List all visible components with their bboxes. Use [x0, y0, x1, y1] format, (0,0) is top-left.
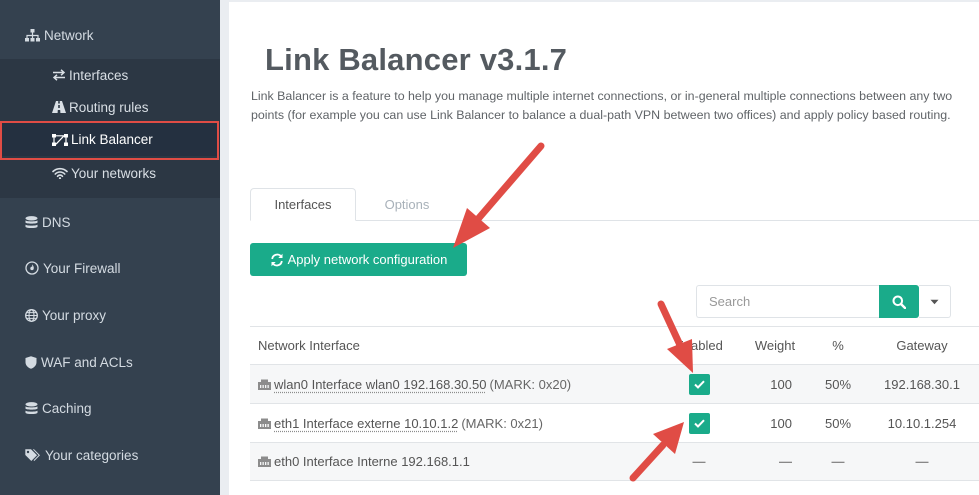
- interface-cell: eth0 Interface Interne 192.168.1.1: [258, 443, 658, 480]
- sidebar-item-label: Your proxy: [42, 307, 107, 323]
- network-submenu: Interfaces Routing rules Link Balancer Y…: [0, 59, 220, 198]
- search-icon: [892, 295, 906, 309]
- table-row: eth0 Interface Interne 192.168.1.1 — — —…: [250, 442, 979, 481]
- page-description: Link Balancer is a feature to help you m…: [251, 89, 953, 122]
- check-icon: [693, 419, 705, 428]
- column-header-weight[interactable]: Weight: [739, 327, 811, 364]
- sidebar-item-dns[interactable]: DNS: [0, 204, 220, 240]
- interface-mark: (MARK: 0x20): [489, 376, 572, 392]
- enabled-checkbox[interactable]: [688, 412, 710, 434]
- sidebar-item-label: Your Firewall: [43, 260, 121, 276]
- sidebar-item-caching[interactable]: Caching: [0, 390, 220, 426]
- network-port-icon: [258, 379, 271, 390]
- exchange-icon: [52, 69, 66, 81]
- sidebar-item-label: Network: [44, 27, 94, 43]
- page-header: Link Balancer v3.1.7 Link Balancer is a …: [229, 2, 979, 172]
- sidebar-item-your-firewall[interactable]: Your Firewall: [0, 250, 220, 286]
- percent-cell: —: [831, 454, 845, 469]
- gateway-cell: —: [915, 454, 929, 469]
- database-icon: [25, 401, 38, 414]
- table-header-row: Network Interface Enabled Weight % Gatew…: [250, 326, 979, 364]
- weight-cell: —: [779, 454, 792, 469]
- sidebar-subitem-label: Your networks: [71, 165, 157, 181]
- page-title: Link Balancer v3.1.7: [265, 42, 568, 77]
- column-header-gateway[interactable]: Gateway: [865, 327, 979, 364]
- road-icon: [52, 101, 66, 113]
- sidebar-item-label: Your categories: [45, 447, 139, 463]
- interface-link[interactable]: eth1 Interface externe 10.10.1.2: [274, 416, 458, 431]
- percent-cell: 50%: [824, 415, 852, 431]
- sidebar-subitem-label: Interfaces: [69, 67, 129, 83]
- caret-down-icon: [930, 299, 939, 304]
- column-header-percent[interactable]: %: [811, 327, 865, 364]
- sidebar-subitem-label: Link Balancer: [71, 132, 153, 147]
- check-icon: [693, 380, 705, 389]
- enabled-cell: —: [692, 454, 706, 469]
- interface-link[interactable]: wlan0 Interface wlan0 192.168.30.50: [274, 377, 487, 392]
- enabled-checkbox[interactable]: [688, 373, 710, 395]
- interface-name: eth0 Interface Interne 192.168.1.1: [274, 454, 470, 469]
- enabled-cell: [659, 365, 739, 403]
- sidebar-item-network[interactable]: Network: [0, 17, 220, 53]
- weight-cell: 100: [770, 415, 792, 431]
- table-row: wlan0 Interface wlan0 192.168.30.50 (MAR…: [250, 364, 979, 403]
- tags-icon: [25, 448, 40, 461]
- column-header-network-interface[interactable]: Network Interface: [258, 327, 658, 364]
- link-balancer-icon: [52, 133, 68, 146]
- gateway-cell: 192.168.30.1: [884, 376, 960, 392]
- sidebar-item-your-proxy[interactable]: Your proxy: [0, 297, 220, 333]
- tab-options[interactable]: Options: [356, 188, 458, 221]
- search-button[interactable]: [879, 285, 919, 318]
- apply-network-configuration-button[interactable]: Apply network configuration: [250, 243, 467, 276]
- percent-cell: 50%: [824, 376, 852, 392]
- shield-icon: [25, 355, 37, 369]
- sidebar-item-label: DNS: [42, 214, 71, 230]
- sidebar-item-waf-and-acls[interactable]: WAF and ACLs: [0, 344, 220, 380]
- sidebar-subitem-your-networks[interactable]: Your networks: [0, 157, 220, 189]
- sidebar-subitem-link-balancer[interactable]: Link Balancer: [0, 123, 220, 156]
- main-content: Link Balancer v3.1.7 Link Balancer is a …: [229, 0, 979, 495]
- refresh-icon: [270, 253, 283, 266]
- interface-cell: eth1 Interface externe 10.10.1.2 (MARK: …: [258, 404, 658, 442]
- sidebar-item-your-categories[interactable]: Your categories: [0, 437, 220, 473]
- tab-interfaces[interactable]: Interfaces: [250, 188, 356, 221]
- interface-cell: wlan0 Interface wlan0 192.168.30.50 (MAR…: [258, 365, 658, 403]
- search-options-dropdown[interactable]: [919, 285, 951, 318]
- wifi-icon: [52, 167, 68, 179]
- globe-icon: [25, 308, 38, 322]
- enabled-cell: [659, 404, 739, 442]
- firewall-icon: [25, 261, 39, 275]
- network-port-icon: [258, 456, 271, 467]
- weight-cell: 100: [770, 376, 792, 392]
- interface-mark: (MARK: 0x21): [461, 415, 543, 431]
- database-icon: [25, 215, 38, 228]
- sitemap-icon: [25, 28, 40, 41]
- table-row: eth1 Interface externe 10.10.1.2 (MARK: …: [250, 403, 979, 442]
- apply-button-label: Apply network configuration: [287, 252, 448, 267]
- network-port-icon: [258, 418, 271, 429]
- sidebar-item-label: Caching: [42, 400, 92, 416]
- sidebar: Network Interfaces Routing rules Link Ba…: [0, 0, 220, 495]
- sidebar-subitem-interfaces[interactable]: Interfaces: [0, 59, 220, 91]
- gateway-cell: 10.10.1.254: [887, 415, 957, 431]
- search-input[interactable]: [696, 285, 879, 318]
- column-header-enabled[interactable]: Enabled: [659, 327, 739, 364]
- sidebar-item-label: WAF and ACLs: [41, 354, 133, 370]
- sidebar-subitem-routing-rules[interactable]: Routing rules: [0, 91, 220, 123]
- sidebar-subitem-label: Routing rules: [69, 99, 149, 115]
- content-panel: Interfaces Options Apply network configu…: [229, 171, 979, 495]
